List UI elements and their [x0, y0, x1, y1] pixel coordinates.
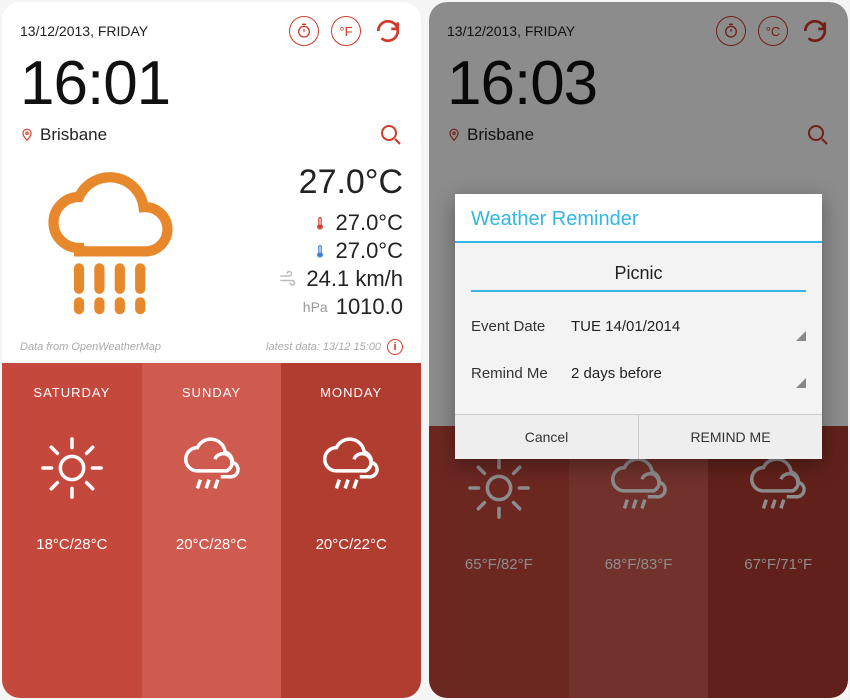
weather-icon: [20, 163, 207, 333]
forecast-temps: 20°C/22°C: [316, 536, 387, 553]
location[interactable]: Brisbane: [20, 125, 107, 145]
forecast-temps: 20°C/28°C: [176, 536, 247, 553]
pin-icon: [447, 127, 461, 143]
remind-picker[interactable]: 2 days before: [571, 361, 806, 386]
forecast-day-label: MONDAY: [320, 385, 382, 400]
search-icon[interactable]: [806, 123, 830, 147]
low-temp-row: 27.0°C: [313, 238, 403, 264]
event-date-row: Event Date TUE 14/01/2014: [471, 314, 806, 339]
unit-toggle-button[interactable]: °C: [758, 16, 788, 46]
forecast-day-3[interactable]: MONDAY 20°C/22°C: [281, 363, 421, 698]
forecast-temps: 67°F/71°F: [744, 556, 812, 573]
forecast-day-2[interactable]: 68°F/83°F: [569, 426, 709, 699]
cloud-rain-icon: [312, 428, 390, 508]
cancel-button[interactable]: Cancel: [455, 415, 639, 459]
forecast-temps: 18°C/28°C: [36, 536, 107, 553]
weather-data: 27.0°C 27.0°C 27.0°C 24.1 km/h h: [217, 163, 404, 333]
cloud-rain-icon: [600, 448, 678, 528]
header-area: 13/12/2013, FRIDAY °C 16:03 Brisbane: [429, 2, 848, 153]
header-area: 13/12/2013, FRIDAY °F 16:01 Brisbane: [2, 2, 421, 153]
remind-me-row: Remind Me 2 days before: [471, 361, 806, 386]
forecast-day-1[interactable]: SATURDAY 18°C/28°C: [2, 363, 142, 698]
date-row: 13/12/2013, FRIDAY °F: [20, 16, 403, 46]
forecast-temps: 68°F/83°F: [605, 556, 673, 573]
low-temp: 27.0°C: [335, 238, 403, 264]
thermometer-hot-icon: [313, 212, 327, 234]
sun-icon: [37, 428, 107, 508]
location-name: Brisbane: [40, 125, 107, 145]
toolbar-icons: °F: [289, 16, 403, 46]
thermometer-cold-icon: [313, 240, 327, 262]
location-row: Brisbane: [20, 123, 403, 147]
date-label: 13/12/2013, FRIDAY: [447, 23, 575, 39]
remind-label: Remind Me: [471, 365, 571, 382]
pressure-unit: hPa: [303, 299, 328, 315]
forecast-temps: 65°F/82°F: [465, 556, 533, 573]
data-source-row: Data from OpenWeatherMap latest data: 13…: [2, 333, 421, 363]
high-temp: 27.0°C: [335, 210, 403, 236]
pressure-row: hPa 1010.0: [303, 294, 403, 320]
forecast-row: SATURDAY 18°C/28°C SUNDAY 20°C/28°C MOND…: [2, 363, 421, 698]
high-temp-row: 27.0°C: [313, 210, 403, 236]
search-icon[interactable]: [379, 123, 403, 147]
timer-icon[interactable]: [716, 16, 746, 46]
location[interactable]: Brisbane: [447, 125, 534, 145]
data-source: Data from OpenWeatherMap: [20, 341, 161, 353]
pin-icon: [20, 127, 34, 143]
forecast-day-3[interactable]: 67°F/71°F: [708, 426, 848, 699]
wind-row: 24.1 km/h: [276, 266, 403, 292]
dialog-buttons: Cancel REMIND ME: [455, 414, 822, 459]
event-date-picker[interactable]: TUE 14/01/2014: [571, 314, 806, 339]
info-icon[interactable]: i: [387, 339, 403, 355]
forecast-day-1[interactable]: 65°F/82°F: [429, 426, 569, 699]
weather-screen-dialog: 13/12/2013, FRIDAY °C 16:03 Brisbane: [429, 2, 848, 698]
remind-me-button[interactable]: REMIND ME: [639, 415, 822, 459]
current-temp: 27.0°C: [299, 163, 403, 202]
date-label: 13/12/2013, FRIDAY: [20, 23, 148, 39]
cloud-rain-icon: [173, 428, 251, 508]
timer-icon[interactable]: [289, 16, 319, 46]
pressure-value: 1010.0: [336, 294, 403, 320]
dialog-body: Event Date TUE 14/01/2014 Remind Me 2 da…: [455, 243, 822, 394]
reminder-dialog: Weather Reminder Event Date TUE 14/01/20…: [455, 194, 822, 459]
refresh-icon[interactable]: [373, 16, 403, 46]
weather-screen-main: 13/12/2013, FRIDAY °F 16:01 Brisbane: [2, 2, 421, 698]
forecast-day-label: SUNDAY: [182, 385, 241, 400]
forecast-day-2[interactable]: SUNDAY 20°C/28°C: [142, 363, 282, 698]
latest-data: latest data: 13/12 15:00: [266, 341, 381, 353]
clock-time: 16:01: [20, 48, 403, 119]
current-weather: 27.0°C 27.0°C 27.0°C 24.1 km/h h: [2, 153, 421, 333]
refresh-icon[interactable]: [800, 16, 830, 46]
dialog-title: Weather Reminder: [455, 194, 822, 243]
location-name: Brisbane: [467, 125, 534, 145]
wind-icon: [276, 270, 298, 288]
wind-value: 24.1 km/h: [306, 266, 403, 292]
sun-icon: [464, 448, 534, 528]
event-date-label: Event Date: [471, 318, 571, 335]
clock-time: 16:03: [447, 48, 830, 119]
forecast-row: 65°F/82°F 68°F/83°F 67°F/71°F: [429, 426, 848, 699]
forecast-day-label: SATURDAY: [33, 385, 110, 400]
cloud-rain-icon: [739, 448, 817, 528]
event-name-input[interactable]: [471, 257, 806, 292]
unit-toggle-button[interactable]: °F: [331, 16, 361, 46]
